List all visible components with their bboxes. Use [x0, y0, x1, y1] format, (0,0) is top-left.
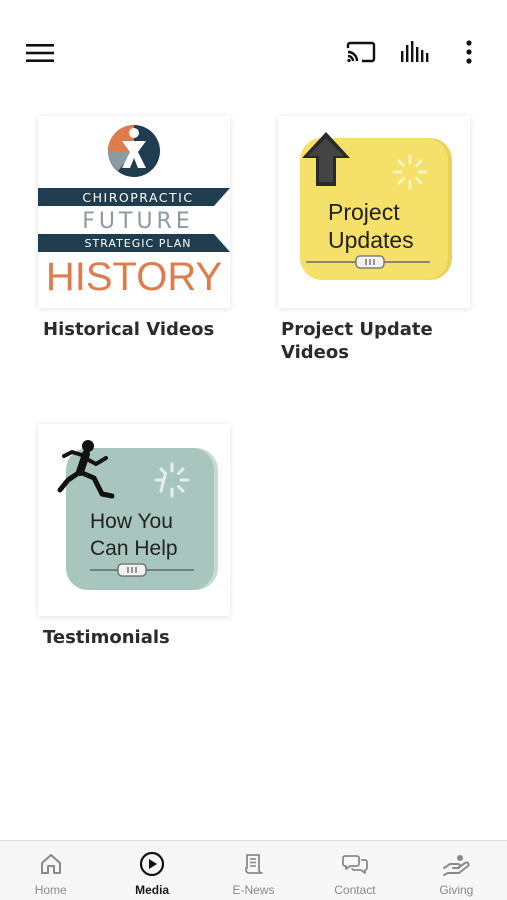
- nav-item-home[interactable]: Home: [0, 841, 101, 900]
- bottom-navigation: Home Media E-News Contact Giving: [0, 840, 507, 900]
- logo-line-future: FUTURE: [82, 209, 193, 234]
- project-updates-artwork-icon: Project Updates: [278, 116, 470, 308]
- equalizer-icon[interactable]: [396, 36, 434, 68]
- artwork-line-updates: Updates: [328, 227, 414, 253]
- historical-videos-thumbnail[interactable]: CHIROPRACTIC FUTURE STRATEGIC PLAN HISTO…: [38, 116, 230, 308]
- nav-item-giving[interactable]: Giving: [406, 841, 507, 900]
- artwork-line-project: Project: [328, 199, 400, 225]
- nav-label-giving: Giving: [439, 883, 474, 897]
- nav-item-enews[interactable]: E-News: [203, 841, 304, 900]
- more-vertical-icon[interactable]: [456, 36, 482, 68]
- logo-line-strategic-plan: STRATEGIC PLAN: [85, 237, 192, 250]
- nav-label-media: Media: [135, 883, 170, 897]
- artwork-line-how-you: How You: [90, 510, 173, 533]
- logo-line-history: HISTORY: [46, 255, 222, 299]
- chat-bubbles-icon: [341, 850, 369, 878]
- cast-icon[interactable]: [342, 36, 380, 68]
- home-icon: [37, 850, 65, 878]
- nav-item-contact[interactable]: Contact: [304, 841, 405, 900]
- nav-label-enews: E-News: [232, 883, 275, 897]
- logo-line-chiropractic: CHIROPRACTIC: [82, 190, 193, 205]
- project-update-videos-thumbnail[interactable]: Project Updates: [278, 116, 470, 308]
- tile-label-project-update-videos[interactable]: Project Update Videos: [281, 318, 471, 364]
- artwork-line-can-help: Can Help: [90, 537, 178, 560]
- nav-item-media[interactable]: Media: [101, 841, 202, 900]
- chiropractic-future-logo-icon: CHIROPRACTIC FUTURE STRATEGIC PLAN HISTO…: [38, 116, 230, 308]
- news-scroll-icon: [240, 850, 268, 878]
- how-you-can-help-artwork-icon: How You Can Help: [38, 424, 230, 616]
- nav-label-home: Home: [34, 883, 67, 897]
- nav-label-contact: Contact: [334, 883, 376, 897]
- tile-label-historical-videos[interactable]: Historical Videos: [43, 318, 253, 341]
- play-circle-icon: [138, 850, 166, 878]
- tile-label-testimonials[interactable]: Testimonials: [43, 626, 253, 649]
- hamburger-menu-icon[interactable]: [22, 38, 58, 68]
- giving-hand-icon: [442, 850, 470, 878]
- testimonials-thumbnail[interactable]: How You Can Help: [38, 424, 230, 616]
- top-app-bar: [0, 0, 507, 100]
